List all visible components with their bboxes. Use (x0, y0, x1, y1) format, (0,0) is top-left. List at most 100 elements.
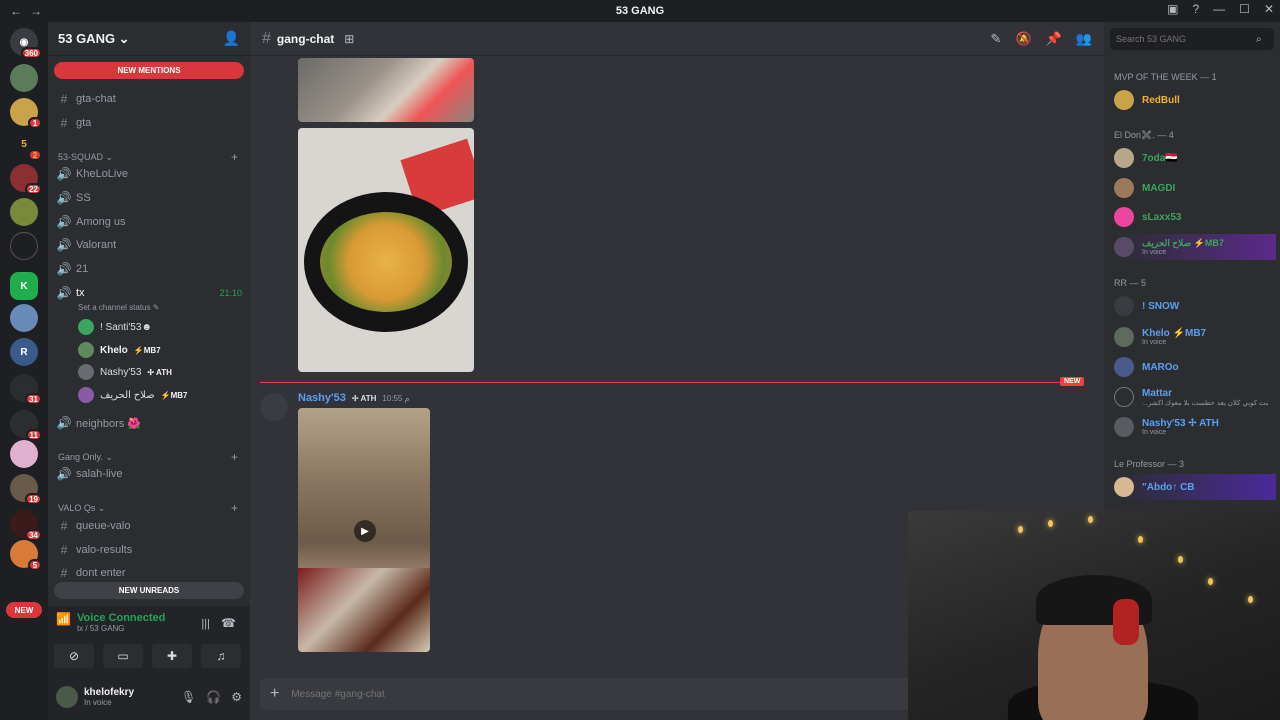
members-icon[interactable]: 👥 (1076, 31, 1092, 47)
avatar[interactable] (56, 686, 78, 708)
member-item[interactable]: صلاح الحريف ⚡MB7 In voice (1114, 234, 1276, 260)
server-icon[interactable] (10, 232, 38, 260)
microphone-icon[interactable]: 🎙 (181, 690, 196, 704)
server-icon[interactable]: R (10, 338, 38, 366)
voice-location: tx / 53 GANG (76, 624, 125, 633)
voice-channel-neighbors[interactable]: 🔊 neighbors 🌺 (56, 412, 242, 434)
search-input[interactable] (1116, 34, 1256, 44)
image-attachment-food[interactable] (298, 128, 474, 372)
message-input[interactable] (291, 688, 792, 700)
member-status: In voice (1142, 429, 1167, 436)
server-icon[interactable] (10, 198, 38, 226)
avatar (78, 364, 94, 380)
message-author[interactable]: Nashy'53 (298, 392, 346, 404)
voice-user[interactable]: صلاح الحريف ⚡MB7 (78, 385, 187, 405)
light-bulb (1048, 520, 1053, 527)
new-unreads-pill[interactable]: NEW UNREADS (54, 582, 244, 599)
server-icon[interactable]: 34 (10, 510, 42, 541)
activities-icon[interactable]: ✚ (152, 644, 192, 668)
voice-channel-tx[interactable]: 🔊 tx 21:10 (56, 282, 242, 304)
member-item[interactable]: ! SNOW (1114, 293, 1276, 319)
category-gang-only[interactable]: Gang Only. ⌄ + (58, 450, 238, 464)
category-53-squad[interactable]: 53-SQUAD ⌄ + (58, 150, 238, 164)
disconnect-icon[interactable]: ☎ (221, 616, 236, 630)
voice-channel[interactable]: 🔊 SS (56, 187, 242, 209)
server-icon[interactable]: 11 (10, 410, 42, 441)
member-item[interactable]: MAGDI (1114, 175, 1276, 201)
new-pill[interactable]: NEW (6, 602, 42, 618)
plus-icon[interactable]: + (231, 150, 238, 164)
avatar (1114, 207, 1134, 227)
channel-status[interactable]: Set a channel status ✎ (78, 303, 159, 312)
voice-user[interactable]: Khelo ⚡MB7 (78, 340, 161, 360)
voice-user[interactable]: Nashy'53 ✢ ATH (78, 362, 172, 382)
server-icon[interactable]: 1 (10, 98, 42, 129)
threads-icon[interactable]: ✎ (991, 31, 1002, 47)
screen-share-icon[interactable]: ▭ (103, 644, 143, 668)
server-icon[interactable] (10, 304, 38, 332)
server-header[interactable]: 53 GANG ⌄ 👤 (48, 22, 250, 56)
channel-gta-chat[interactable]: # gta-chat (56, 88, 242, 110)
category-label: 53-SQUAD ⌄ (58, 151, 114, 162)
voice-status-text[interactable]: Voice Connected (77, 612, 165, 624)
channel-queue-valo[interactable]: # queue-valo (56, 515, 242, 537)
image-attachment[interactable] (298, 58, 474, 122)
server-icon-53[interactable]: 52 (10, 130, 42, 161)
server-icon[interactable]: 22 (10, 164, 42, 195)
close-icon[interactable]: ✕ (1264, 2, 1274, 16)
video-attachment[interactable]: ▶ (298, 408, 430, 652)
settings-icon[interactable]: ⚙ (231, 690, 242, 704)
upload-plus-icon[interactable]: + (270, 685, 279, 703)
camera-off-icon[interactable]: ⊘ (54, 644, 94, 668)
speaker-icon: 🔊 (56, 286, 72, 300)
member-item[interactable]: "Abdo↑ CB (1114, 474, 1276, 500)
voice-channel[interactable]: 🔊 Among us (56, 211, 242, 233)
inbox-icon[interactable]: ▣ (1167, 2, 1178, 16)
server-icon[interactable]: 31 (10, 374, 42, 405)
channel-valo-results[interactable]: # valo-results (56, 539, 242, 561)
server-icon[interactable]: 19 (10, 474, 42, 505)
member-item[interactable]: MAROo (1114, 354, 1276, 380)
member-item[interactable]: RedBull (1114, 87, 1276, 113)
server-icon[interactable] (10, 64, 38, 92)
new-mentions-pill[interactable]: NEW MENTIONS (54, 62, 244, 79)
headphones-icon[interactable]: 🎧 (206, 690, 221, 704)
chat-header: # gang-chat ⊞ ✎ 🔕 📌 👥 (250, 22, 1104, 56)
minimize-icon[interactable]: — (1213, 2, 1225, 16)
soundboard-icon[interactable]: ♫ (201, 644, 241, 668)
voice-channel[interactable]: 🔊 Valorant (56, 234, 242, 256)
voice-channel[interactable]: 🔊 KheLoLive (56, 163, 242, 185)
member-item[interactable]: Khelo ⚡MB7 In voice (1114, 324, 1276, 350)
plus-icon[interactable]: + (231, 450, 238, 464)
voice-channel[interactable]: 🔊 salah-live (56, 463, 242, 485)
member-item[interactable]: 7oda🇪🇬 (1114, 145, 1276, 171)
noise-suppression-icon[interactable]: ||| (201, 618, 210, 630)
voice-timer: 21:10 (219, 288, 242, 298)
mute-icon[interactable]: 🔕 (1015, 31, 1031, 47)
channel-gta[interactable]: # gta (56, 112, 242, 134)
member-group-title: RR — 5 (1114, 278, 1147, 288)
server-icon[interactable] (10, 440, 38, 468)
voice-channel[interactable]: 🔊 21 (56, 258, 242, 280)
avatar (78, 387, 94, 403)
home-icon[interactable]: ◉ 360 (10, 28, 42, 59)
avatar[interactable] (260, 393, 288, 421)
channel-dont-enter[interactable]: # dont enter (56, 562, 242, 584)
voice-user[interactable]: ! Santi'53☻ (78, 317, 152, 337)
member-item[interactable]: sLaxx53 (1114, 204, 1276, 230)
hash-icon: # (60, 543, 68, 557)
plus-icon[interactable]: + (231, 501, 238, 515)
maximize-icon[interactable]: ☐ (1239, 2, 1250, 16)
help-icon[interactable]: ? (1192, 2, 1199, 16)
member-item[interactable]: Mattar...حطست كوبي كلان بعد خطست بلا معو… (1114, 384, 1276, 410)
pin-icon[interactable]: 📌 (1046, 31, 1062, 47)
add-member-icon[interactable]: 👤 (223, 30, 240, 47)
play-icon[interactable]: ▶ (354, 520, 376, 542)
server-icon[interactable]: K (10, 272, 38, 300)
username: khelofekry (84, 687, 135, 698)
thread-icon[interactable]: ⊞ (344, 32, 354, 46)
search-box[interactable]: ⌕ (1110, 28, 1274, 50)
member-item[interactable]: Nashy'53 ✢ ATH In voice (1114, 414, 1276, 440)
server-icon[interactable]: 5 (10, 540, 42, 571)
category-valo-qs[interactable]: VALO Qs ⌄ + (58, 501, 238, 515)
